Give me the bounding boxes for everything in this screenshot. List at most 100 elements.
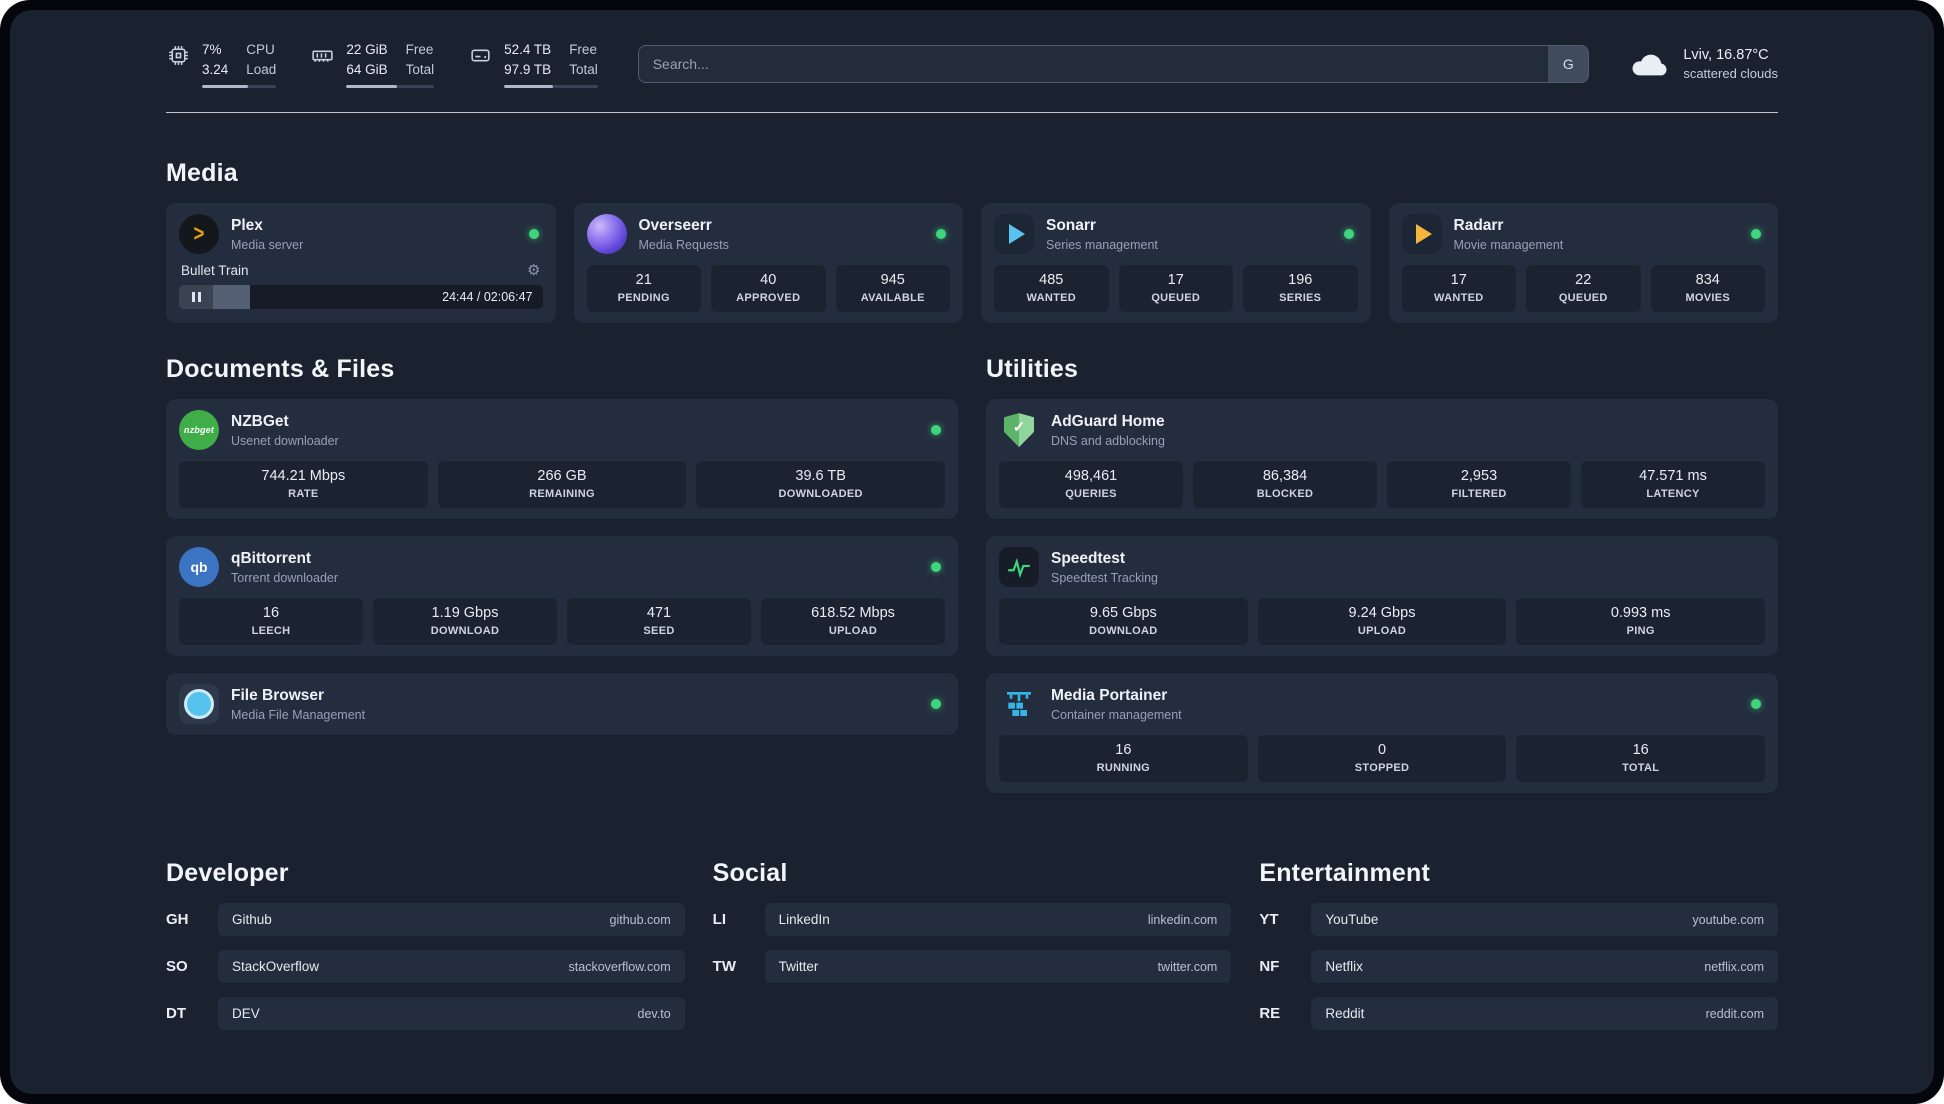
bookmark-dev[interactable]: DEV dev.to xyxy=(218,997,685,1031)
weather-widget[interactable]: Lviv, 16.87°C scattered clouds xyxy=(1629,47,1778,81)
memory-free-label: Free xyxy=(405,42,434,57)
stat-label: RUNNING xyxy=(1096,762,1151,775)
stat-label: MOVIES xyxy=(1685,292,1731,305)
service-description: Media Requests xyxy=(638,237,729,252)
stat-tile: 196 SERIES xyxy=(1243,265,1358,313)
stat-label: TOTAL xyxy=(1622,762,1660,775)
service-name: qBittorrent xyxy=(231,549,312,567)
bookmark-twitter[interactable]: Twitter twitter.com xyxy=(764,950,1232,984)
radarr-icon xyxy=(1401,214,1442,255)
stat-label: RATE xyxy=(288,488,319,501)
section-title-documents: Documents & Files xyxy=(166,355,395,384)
stat-label: DOWNLOAD xyxy=(1089,625,1158,638)
bookmark-row: LI LinkedIn linkedin.com xyxy=(712,903,1232,937)
stat-value: 834 xyxy=(1695,272,1720,289)
bookmark-github[interactable]: Github github.com xyxy=(218,903,685,937)
section-title-utilities: Utilities xyxy=(986,355,1079,384)
service-card-radarr[interactable]: Radarr Movie management 17 WANTED 22 QUE… xyxy=(1388,203,1778,324)
disk-free-label: Free xyxy=(569,42,597,57)
bookmark-abbr: LI xyxy=(712,911,726,929)
stat-tile: 16 LEECH xyxy=(179,598,363,646)
weather-condition: scattered clouds xyxy=(1683,66,1778,82)
stat-label: DOWNLOAD xyxy=(430,625,500,638)
service-card-sonarr[interactable]: Sonarr Series management 485 WANTED 17 Q… xyxy=(981,203,1371,324)
bookmark-row: GH Github github.com xyxy=(166,903,685,937)
stat-tile: 0 STOPPED xyxy=(1257,735,1507,783)
bookmarks-section: Developer GH Github github.com SO StackO… xyxy=(166,859,1778,1072)
bookmark-group-entertainment: Entertainment YT YouTube youtube.com NF … xyxy=(1259,859,1778,1031)
search-input[interactable] xyxy=(637,45,1590,84)
cpu-label: CPU xyxy=(246,42,275,57)
service-name: Radarr xyxy=(1453,216,1504,234)
search-bar: G xyxy=(637,45,1590,84)
memory-widget: 22 GiB 64 GiB Free Total xyxy=(310,40,435,89)
stat-label: UPLOAD xyxy=(828,625,878,638)
bookmark-url: netflix.com xyxy=(1704,959,1764,974)
stat-tile: 16 TOTAL xyxy=(1516,735,1765,783)
service-card-nzbget[interactable]: nzbget NZBGet Usenet downloader 744.21 M… xyxy=(166,399,958,520)
service-name: Plex xyxy=(231,216,263,234)
service-description: Movie management xyxy=(1453,237,1564,252)
stat-value: 196 xyxy=(1288,272,1313,289)
playback-progress-bar[interactable]: 24:44 / 02:06:47 xyxy=(179,285,543,310)
service-description: Media server xyxy=(231,237,304,252)
stat-value: 0 xyxy=(1377,742,1387,759)
service-card-portainer[interactable]: Media Portainer Container management 16 … xyxy=(986,673,1778,794)
service-card-overseerr[interactable]: Overseerr Media Requests 21 PENDING 40 A… xyxy=(573,203,963,324)
plex-icon xyxy=(179,214,219,255)
service-description: Media File Management xyxy=(231,707,366,722)
status-dot xyxy=(931,699,941,710)
cpu-icon xyxy=(166,43,191,68)
stat-value: 945 xyxy=(880,272,905,289)
disk-widget: 52.4 TB 97.9 TB Free Total xyxy=(468,40,598,89)
bookmark-netflix[interactable]: Netflix netflix.com xyxy=(1311,950,1778,984)
search-provider-button[interactable]: G xyxy=(1548,46,1589,83)
stat-tile: 2,953 FILTERED xyxy=(1387,461,1571,509)
bookmark-row: SO StackOverflow stackoverflow.com xyxy=(166,950,685,984)
pause-button[interactable] xyxy=(179,285,213,310)
service-card-adguard[interactable]: AdGuard Home DNS and adblocking 498,461 … xyxy=(986,399,1778,520)
stat-tile: 47.571 ms LATENCY xyxy=(1581,461,1765,509)
section-title-entertainment: Entertainment xyxy=(1259,859,1431,888)
bookmark-row: TW Twitter twitter.com xyxy=(713,950,1232,984)
bookmark-abbr: DT xyxy=(166,1005,186,1023)
section-documents: Documents & Files nzbget NZBGet Usenet d… xyxy=(166,355,958,736)
status-dot xyxy=(1751,229,1761,240)
stat-tile: 744.21 Mbps RATE xyxy=(179,461,428,509)
bookmark-row: NF Netflix netflix.com xyxy=(1259,950,1778,984)
stat-value: 744.21 Mbps xyxy=(261,468,346,485)
service-description: Series management xyxy=(1046,237,1158,252)
status-dot xyxy=(931,562,941,573)
memory-total-label: Total xyxy=(405,61,435,77)
stat-value: 40 xyxy=(760,272,777,289)
cpu-usage-fill xyxy=(202,85,249,89)
service-card-plex[interactable]: Plex Media server Bullet Train ⚙ 24:44 /… xyxy=(166,203,556,324)
bookmark-linkedin[interactable]: LinkedIn linkedin.com xyxy=(764,903,1232,937)
service-card-filebrowser[interactable]: File Browser Media File Management xyxy=(166,673,958,736)
portainer-icon xyxy=(999,684,1039,724)
service-name: Overseerr xyxy=(638,216,712,234)
stat-value: 47.571 ms xyxy=(1639,468,1707,485)
bookmark-url: dev.to xyxy=(637,1006,671,1021)
stat-value: 1.19 Gbps xyxy=(431,605,499,622)
bookmark-youtube[interactable]: YouTube youtube.com xyxy=(1311,903,1778,937)
bookmark-abbr: RE xyxy=(1259,1005,1281,1023)
bookmark-group-social: Social LI LinkedIn linkedin.com TW Twitt… xyxy=(712,859,1232,984)
service-card-qbittorrent[interactable]: qb qBittorrent Torrent downloader 16 LEE… xyxy=(166,536,958,657)
service-card-speedtest[interactable]: Speedtest Speedtest Tracking 9.65 Gbps D… xyxy=(986,536,1778,657)
bookmark-reddit[interactable]: Reddit reddit.com xyxy=(1311,997,1778,1031)
stat-value: 9.24 Gbps xyxy=(1348,605,1416,622)
bookmark-name: StackOverflow xyxy=(232,959,320,975)
stat-label: BLOCKED xyxy=(1256,488,1314,501)
bookmark-stackoverflow[interactable]: StackOverflow stackoverflow.com xyxy=(218,950,685,984)
memory-usage-bar xyxy=(346,85,435,89)
now-playing-title: Bullet Train xyxy=(181,263,249,279)
top-bar: 7% 3.24 CPU Load 22 GiB 64 GiB Free Tota… xyxy=(166,40,1778,89)
service-description: Container management xyxy=(1051,707,1182,722)
stat-label: QUEUED xyxy=(1151,292,1201,305)
gear-icon[interactable]: ⚙ xyxy=(527,263,540,278)
status-dot xyxy=(931,425,941,436)
stat-tile: 0.993 ms PING xyxy=(1516,598,1765,646)
stat-value: 16 xyxy=(262,605,280,622)
status-dot xyxy=(936,229,946,240)
